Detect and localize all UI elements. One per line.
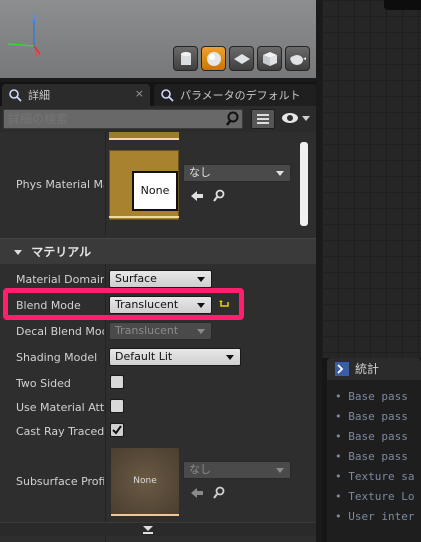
stats-panel: 統計 • Base pass • Base pass • Base pass •… — [322, 358, 421, 542]
browse-asset-icon[interactable] — [212, 486, 226, 500]
shading-model-value: Default Lit — [115, 350, 173, 363]
material-graph-canvas[interactable] — [322, 0, 421, 360]
eye-icon — [282, 113, 310, 123]
subsurface-profile-label: Subsurface Profil — [16, 475, 104, 488]
cylinder-icon — [180, 51, 191, 65]
scrollbar-thumb[interactable] — [300, 142, 308, 226]
stats-tab-label: 統計 — [355, 362, 380, 376]
preview-cube-button[interactable] — [257, 46, 282, 71]
phys-material-combo-value: なし — [189, 166, 211, 179]
phys-material-label: Phys Material Ma — [16, 178, 104, 191]
subsurface-profile-thumbnail[interactable]: None — [111, 448, 179, 516]
thumbnail-underline — [109, 216, 179, 218]
sphere-icon — [206, 51, 221, 66]
material-domain-value: Surface — [115, 272, 157, 285]
subsurface-profile-combo-value: なし — [189, 463, 211, 476]
details-magnifier-icon — [9, 89, 22, 102]
panel-tab-bar: 詳細 × パラメータのデフォルト — [0, 82, 316, 106]
stats-line: • User inter — [335, 510, 415, 523]
browse-asset-icon[interactable] — [212, 189, 226, 203]
tab-details-label: 詳細 — [28, 89, 50, 102]
checkmark-icon — [112, 425, 122, 435]
decal-blend-mode-value: Translucent — [115, 324, 179, 337]
params-magnifier-icon — [161, 89, 174, 102]
teapot-icon — [289, 54, 306, 65]
tab-details[interactable]: 詳細 × — [2, 84, 150, 106]
plane-icon — [233, 53, 250, 64]
phys-material-combo[interactable]: なし — [183, 164, 291, 182]
chevron-down-icon — [226, 355, 234, 360]
expand-down-icon — [143, 526, 153, 534]
collapse-arrow-icon — [14, 250, 22, 255]
cast-ray-traced-shadows-checkbox[interactable] — [110, 423, 124, 437]
preview-custom-mesh-button[interactable] — [285, 46, 310, 71]
highlight-box — [3, 288, 244, 320]
two-sided-label: Two Sided — [16, 377, 71, 390]
material-domain-label: Material Domain — [16, 273, 104, 286]
use-selected-arrow-icon[interactable] — [190, 190, 204, 202]
stats-line: • Base pass — [335, 450, 408, 463]
stats-line: • Base pass — [335, 430, 408, 443]
stats-line: • Texture Lo — [335, 490, 415, 503]
chevron-down-icon — [197, 277, 205, 282]
tab-parameter-defaults-label: パラメータのデフォルト — [180, 89, 301, 102]
details-search-input[interactable] — [3, 109, 243, 129]
close-tab-details-icon[interactable]: × — [135, 87, 144, 100]
stats-line: • Base pass — [335, 390, 408, 403]
cast-ray-traced-shadows-label: Cast Ray Traced S — [16, 425, 104, 438]
stats-line: • Texture sa — [335, 470, 415, 483]
subsurface-thumbnail-text: None — [133, 476, 157, 486]
subsurface-profile-combo[interactable]: なし — [183, 461, 291, 479]
stats-body: • Base pass • Base pass • Base pass • Ba… — [327, 380, 421, 542]
use-material-attributes-checkbox[interactable] — [110, 399, 124, 413]
material-domain-combo[interactable]: Surface — [109, 270, 212, 288]
tab-stats[interactable]: 統計 — [327, 358, 421, 380]
cube-icon — [262, 51, 277, 66]
axis-z-label: Z — [31, 15, 37, 25]
decal-blend-mode-combo[interactable]: Translucent — [109, 322, 212, 340]
use-material-attributes-label: Use Material Attri — [16, 401, 104, 414]
chevron-down-icon — [276, 171, 284, 176]
axis-x-label: X — [34, 50, 40, 58]
material-section-header[interactable]: マテリアル — [0, 238, 316, 264]
use-selected-arrow-icon[interactable] — [190, 487, 204, 499]
view-options-button[interactable] — [281, 111, 311, 128]
details-panel: Phys Material Ma None なし マテリアル Material … — [0, 106, 316, 542]
search-icon[interactable] — [226, 111, 242, 127]
axis-gizmo-icon: Z X — [7, 15, 41, 58]
preview-sphere-button[interactable] — [201, 46, 226, 71]
preview-plane-button[interactable] — [229, 46, 254, 71]
phys-material-thumbnail[interactable]: None — [109, 150, 179, 220]
decal-blend-mode-label: Decal Blend Mode — [16, 325, 104, 338]
phys-material-thumbnail-text: None — [132, 171, 178, 211]
column-divider — [105, 132, 106, 236]
material-preview-viewport[interactable]: Z X — [0, 0, 316, 78]
list-view-icon — [257, 114, 269, 124]
property-matrix-button[interactable] — [251, 109, 275, 129]
shading-model-combo[interactable]: Default Lit — [109, 348, 241, 366]
previous-thumbnail — [109, 132, 179, 140]
tab-parameter-defaults[interactable]: パラメータのデフォルト — [154, 84, 316, 106]
material-section-title: マテリアル — [31, 245, 92, 259]
advanced-expander[interactable] — [0, 522, 316, 536]
chevron-down-icon — [276, 468, 284, 473]
chevron-down-icon — [197, 329, 205, 334]
preview-cylinder-button[interactable] — [173, 46, 198, 71]
search-row — [0, 106, 316, 132]
stats-icon — [335, 362, 349, 376]
two-sided-checkbox[interactable] — [110, 375, 124, 389]
shading-model-label: Shading Model — [16, 351, 98, 364]
graph-node[interactable] — [384, 0, 421, 10]
stats-line: • Base pass — [335, 410, 408, 423]
